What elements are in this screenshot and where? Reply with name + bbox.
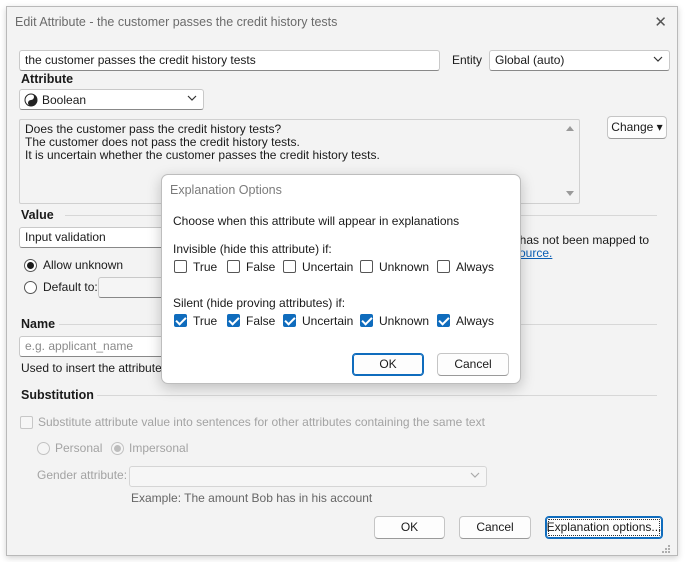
invisible-label: Invisible (hide this attribute) if:: [173, 242, 332, 256]
chevron-down-icon: [187, 91, 197, 108]
explanation-options-dialog: Explanation Options Choose when this att…: [161, 174, 521, 384]
value-section-label: Value: [21, 208, 54, 222]
invisible-uncertain-checkbox[interactable]: [283, 260, 296, 273]
substitution-separator: [97, 395, 657, 396]
silent-true-label: True: [193, 314, 218, 328]
invisible-false-label: False: [246, 260, 276, 274]
impersonal-radio[interactable]: [111, 442, 124, 455]
invisible-false-checkbox[interactable]: [227, 260, 240, 273]
substitution-section-label: Substitution: [21, 388, 94, 402]
personal-radio[interactable]: [37, 442, 50, 455]
chevron-down-icon: [653, 52, 663, 69]
silent-label: Silent (hide proving attributes) if:: [173, 296, 346, 310]
chevron-down-icon: [470, 468, 480, 485]
resize-grip-icon[interactable]: [661, 543, 671, 557]
allow-unknown-radio[interactable]: [24, 259, 37, 272]
invisible-true-checkbox[interactable]: [174, 260, 187, 273]
invisible-unknown-checkbox[interactable]: [360, 260, 373, 273]
dialog-intro: Choose when this attribute will appear i…: [173, 214, 460, 228]
substitute-checkbox[interactable]: [20, 416, 33, 429]
silent-true-checkbox[interactable]: [174, 314, 187, 327]
default-to-radio[interactable]: [24, 281, 37, 294]
description-line: It is uncertain whether the customer pas…: [25, 148, 380, 162]
attribute-text-input[interactable]: the customer passes the credit history t…: [19, 50, 440, 71]
invisible-true-label: True: [193, 260, 218, 274]
attribute-type-value: Boolean: [42, 93, 87, 107]
window-title: Edit Attribute - the customer passes the…: [15, 15, 338, 29]
change-button[interactable]: Change ▾: [607, 116, 667, 139]
default-value-input[interactable]: [98, 277, 168, 298]
invisible-uncertain-label: Uncertain: [302, 260, 354, 274]
yin-yang-icon: [24, 93, 38, 110]
mapping-note: t has not been mapped to: [513, 233, 650, 247]
name-input[interactable]: e.g. applicant_name: [19, 336, 169, 357]
gender-attribute-label: Gender attribute:: [37, 468, 128, 482]
ok-button[interactable]: OK: [374, 516, 445, 539]
entity-select[interactable]: Global (auto): [489, 50, 670, 71]
dialog-title: Explanation Options: [170, 183, 282, 197]
cancel-button[interactable]: Cancel: [459, 516, 531, 539]
invisible-unknown-label: Unknown: [379, 260, 430, 274]
explanation-options-button[interactable]: Explanation options...: [545, 516, 663, 539]
silent-uncertain-label: Uncertain: [302, 314, 354, 328]
dialog-cancel-button[interactable]: Cancel: [437, 353, 509, 376]
substitute-label: Substitute attribute value into sentence…: [38, 415, 485, 429]
invisible-always-label: Always: [456, 260, 495, 274]
name-section-label: Name: [21, 317, 56, 331]
invisible-always-checkbox[interactable]: [437, 260, 450, 273]
silent-false-checkbox[interactable]: [227, 314, 240, 327]
silent-uncertain-checkbox[interactable]: [283, 314, 296, 327]
close-icon[interactable]: ✕: [654, 13, 667, 31]
silent-always-checkbox[interactable]: [437, 314, 450, 327]
attribute-type-select[interactable]: Boolean: [19, 89, 204, 110]
dialog-ok-button[interactable]: OK: [352, 353, 424, 376]
substitution-example: Example: The amount Bob has in his accou…: [131, 491, 373, 505]
impersonal-label: Impersonal: [129, 441, 189, 455]
gender-attribute-select[interactable]: [129, 466, 487, 487]
silent-unknown-checkbox[interactable]: [360, 314, 373, 327]
silent-unknown-label: Unknown: [379, 314, 430, 328]
silent-false-label: False: [246, 314, 276, 328]
title-bar: Edit Attribute - the customer passes the…: [7, 7, 677, 37]
description-scrollbar[interactable]: [563, 122, 577, 200]
attribute-section-label: Attribute: [21, 72, 74, 86]
entity-label: Entity: [452, 53, 483, 67]
allow-unknown-label: Allow unknown: [43, 258, 124, 272]
silent-always-label: Always: [456, 314, 495, 328]
entity-select-value: Global (auto): [495, 53, 565, 67]
personal-label: Personal: [55, 441, 103, 455]
default-to-label: Default to:: [43, 280, 98, 294]
value-mode-value: Input validation: [25, 230, 106, 244]
